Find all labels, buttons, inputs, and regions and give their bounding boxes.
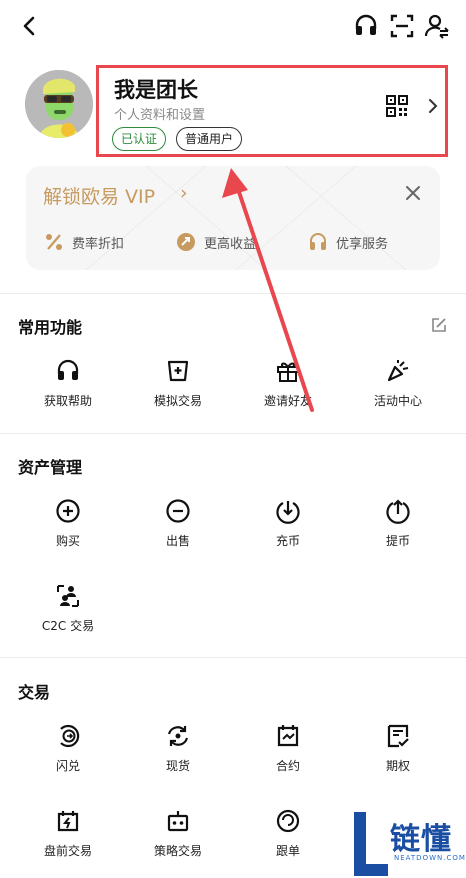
service-icon <box>310 233 326 250</box>
section-divider <box>0 657 466 658</box>
upload-circle-icon <box>386 499 410 524</box>
grid-item-label: C2C 交易 <box>41 619 95 633</box>
perk-fee-discount: 费率折扣 <box>44 230 124 254</box>
grid-item-c2c[interactable]: C2C 交易 <box>10 583 126 643</box>
vip-chevron-icon: › <box>180 182 188 204</box>
demo-trading-icon <box>167 360 189 382</box>
back-icon[interactable] <box>16 12 44 40</box>
grid-item-label: 提币 <box>385 534 410 548</box>
grid-item-label: 模拟交易 <box>153 394 202 408</box>
qr-code-icon[interactable] <box>385 94 409 118</box>
profile-settings-label: 个人资料和设置 <box>114 108 206 123</box>
grid-item-label: 策略交易 <box>153 844 202 858</box>
grid-item-label: 活动中心 <box>373 394 422 408</box>
plus-circle-icon <box>56 499 80 523</box>
grid-item-futures[interactable]: 合约 <box>230 723 346 783</box>
grid-item-invite[interactable]: 邀请好友 <box>230 358 346 418</box>
grid-item-deposit[interactable]: 充币 <box>230 498 346 558</box>
grid-item-label: 购买 <box>55 534 80 548</box>
perk-higher-yield: 更高收益 <box>176 230 256 254</box>
futures-icon <box>277 725 299 747</box>
perk-premium-service: 优享服务 <box>308 230 388 254</box>
grid-item-label: 出售 <box>165 534 190 548</box>
headset-icon[interactable] <box>352 12 380 40</box>
section-divider <box>0 433 466 434</box>
convert-icon <box>60 724 80 748</box>
grid-item-label: 盘前交易 <box>43 844 92 858</box>
grid-item-label: 闪兑 <box>55 759 80 773</box>
c2c-users-icon <box>57 585 79 607</box>
grid-item-premarket[interactable]: 盘前交易 <box>10 808 126 868</box>
profile-card: 我是团长 个人资料和设置 已认证 普通用户 <box>0 62 466 162</box>
section-title-common: 常用功能 <box>18 318 83 337</box>
yield-icon <box>177 233 195 251</box>
grid-item-buy[interactable]: 购买 <box>10 498 126 558</box>
strategy-bot-icon <box>167 811 189 832</box>
download-circle-icon <box>276 501 300 524</box>
watermark-logo-icon <box>354 812 388 876</box>
switch-account-icon[interactable] <box>423 12 451 40</box>
username: 我是团长 <box>114 78 198 102</box>
options-icon <box>387 724 409 748</box>
watermark-site: NEATDOWN.COM <box>394 854 466 862</box>
perk-label: 费率折扣 <box>72 236 125 252</box>
grid-item-label: 跟单 <box>275 844 300 858</box>
chevron-right-icon[interactable] <box>426 98 440 114</box>
grid-item-spot[interactable]: 现货 <box>120 723 236 783</box>
grid-item-sell[interactable]: 出售 <box>120 498 236 558</box>
grid-item-copy-trading[interactable]: 跟单 <box>230 808 346 868</box>
grid-item-withdraw[interactable]: 提币 <box>340 498 456 558</box>
verified-badge: 已认证 <box>112 127 167 151</box>
grid-item-label: 合约 <box>275 759 300 773</box>
grid-item-label: 邀请好友 <box>263 394 312 408</box>
copy-trading-icon <box>276 809 300 833</box>
profile-highlight-box[interactable]: 我是团长 个人资料和设置 已认证 普通用户 <box>96 65 448 157</box>
grid-item-convert[interactable]: 闪兑 <box>10 723 126 783</box>
watermark-brand: 链懂 <box>390 822 452 857</box>
edit-icon[interactable] <box>430 316 448 334</box>
gift-icon <box>277 362 299 382</box>
watermark: 链懂 NEATDOWN.COM <box>350 808 466 878</box>
headset-icon <box>57 359 79 380</box>
section-title-trade: 交易 <box>18 683 51 702</box>
scan-icon[interactable] <box>388 12 416 40</box>
grid-item-label: 充币 <box>275 534 300 548</box>
section-divider <box>0 293 466 294</box>
grid-item-events[interactable]: 活动中心 <box>340 358 456 418</box>
party-popper-icon <box>387 360 409 382</box>
nft-avatar-image <box>25 70 93 138</box>
minus-circle-icon <box>166 499 190 523</box>
grid-item-help[interactable]: 获取帮助 <box>10 358 126 418</box>
vip-title: 解锁欧易 VIP <box>43 186 156 208</box>
grid-item-label: 获取帮助 <box>43 394 92 408</box>
grid-item-demo-trading[interactable]: 模拟交易 <box>120 358 236 418</box>
percent-icon <box>46 234 62 250</box>
grid-item-strategy[interactable]: 策略交易 <box>120 808 236 868</box>
top-bar <box>0 0 466 52</box>
grid-item-label: 期权 <box>385 759 410 773</box>
section-title-assets: 资产管理 <box>18 458 83 477</box>
perk-label: 优享服务 <box>336 236 389 252</box>
perk-label: 更高收益 <box>204 236 257 252</box>
premarket-icon <box>57 811 79 832</box>
user-type-badge: 普通用户 <box>176 127 243 151</box>
grid-item-options[interactable]: 期权 <box>340 723 456 783</box>
vip-banner[interactable]: 解锁欧易 VIP › 费率折扣 更高收益 优享服务 <box>26 166 440 270</box>
grid-item-label: 现货 <box>165 759 190 773</box>
avatar[interactable] <box>25 70 93 138</box>
close-icon[interactable] <box>404 184 422 202</box>
spot-refresh-icon <box>167 726 189 746</box>
